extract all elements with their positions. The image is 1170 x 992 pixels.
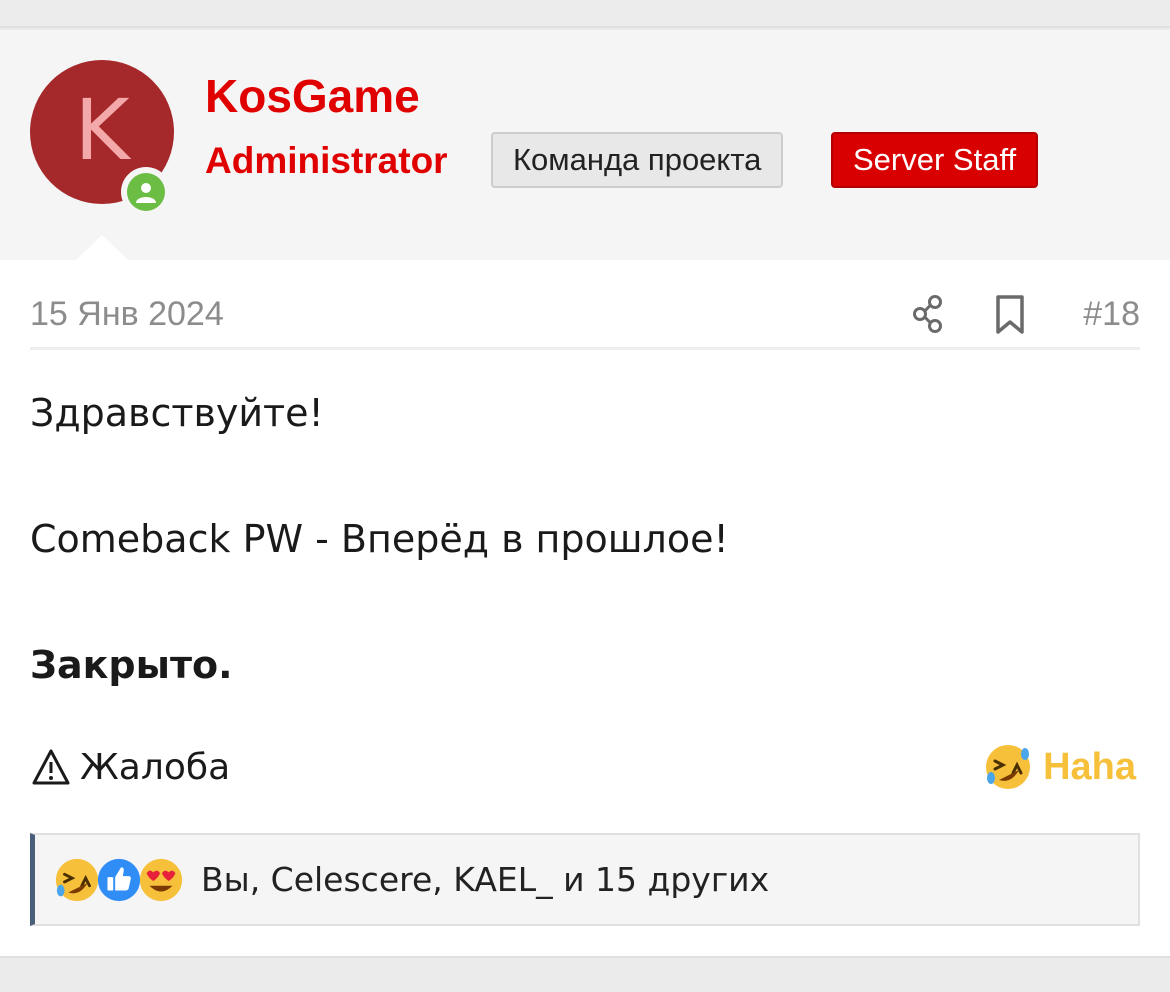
reactions-summary-text: Вы, Celescere, KAEL_ и 15 других	[201, 859, 770, 899]
message-line-bold: Закрыто.	[30, 643, 233, 687]
bookmark-icon	[996, 295, 1024, 334]
header-pointer	[74, 235, 130, 262]
rolling-laughing-icon	[986, 745, 1031, 789]
message-line: Здравствуйте!	[30, 391, 324, 435]
user-title: Administrator	[205, 140, 448, 181]
reactions-summary[interactable]: Вы, Celescere, KAEL_ и 15 других	[30, 833, 1140, 926]
divider	[30, 347, 1140, 350]
user-banner-team: Команда проекта	[491, 132, 784, 188]
online-status-badge	[121, 167, 171, 217]
reaction-icons	[53, 856, 183, 904]
post-number-link[interactable]: #18	[1083, 292, 1140, 336]
share-button[interactable]	[908, 292, 950, 336]
rolling-laughing-icon	[55, 858, 99, 901]
report-label: Жалоба	[80, 746, 231, 788]
bookmark-button[interactable]	[990, 292, 1030, 336]
reaction-label: Haha	[1043, 745, 1136, 788]
post-date[interactable]: 15 Янв 2024	[30, 292, 224, 336]
post-user-header: K KosGame Administrator Команда проекта …	[0, 30, 1170, 262]
reaction-button[interactable]: Haha	[983, 740, 1136, 794]
post-body: 15 Янв 2024 #18 Здравствуйте! Comeback P…	[0, 260, 1170, 956]
heart-eyes-icon	[139, 858, 183, 901]
like-icon	[97, 858, 141, 901]
username-link[interactable]: KosGame	[205, 68, 420, 124]
avatar-letter: K	[74, 81, 130, 179]
next-post-edge	[0, 956, 1170, 992]
user-banner-staff: Server Staff	[831, 132, 1039, 188]
share-icon	[913, 295, 942, 333]
previous-post-edge	[0, 0, 1170, 28]
page: K KosGame Administrator Команда проекта …	[0, 0, 1170, 992]
report-link[interactable]: Жалоба	[30, 742, 230, 792]
online-user-icon	[127, 173, 165, 211]
warning-triangle-icon	[32, 749, 70, 785]
message-line: Comeback PW - Вперёд в прошлое!	[30, 517, 729, 561]
